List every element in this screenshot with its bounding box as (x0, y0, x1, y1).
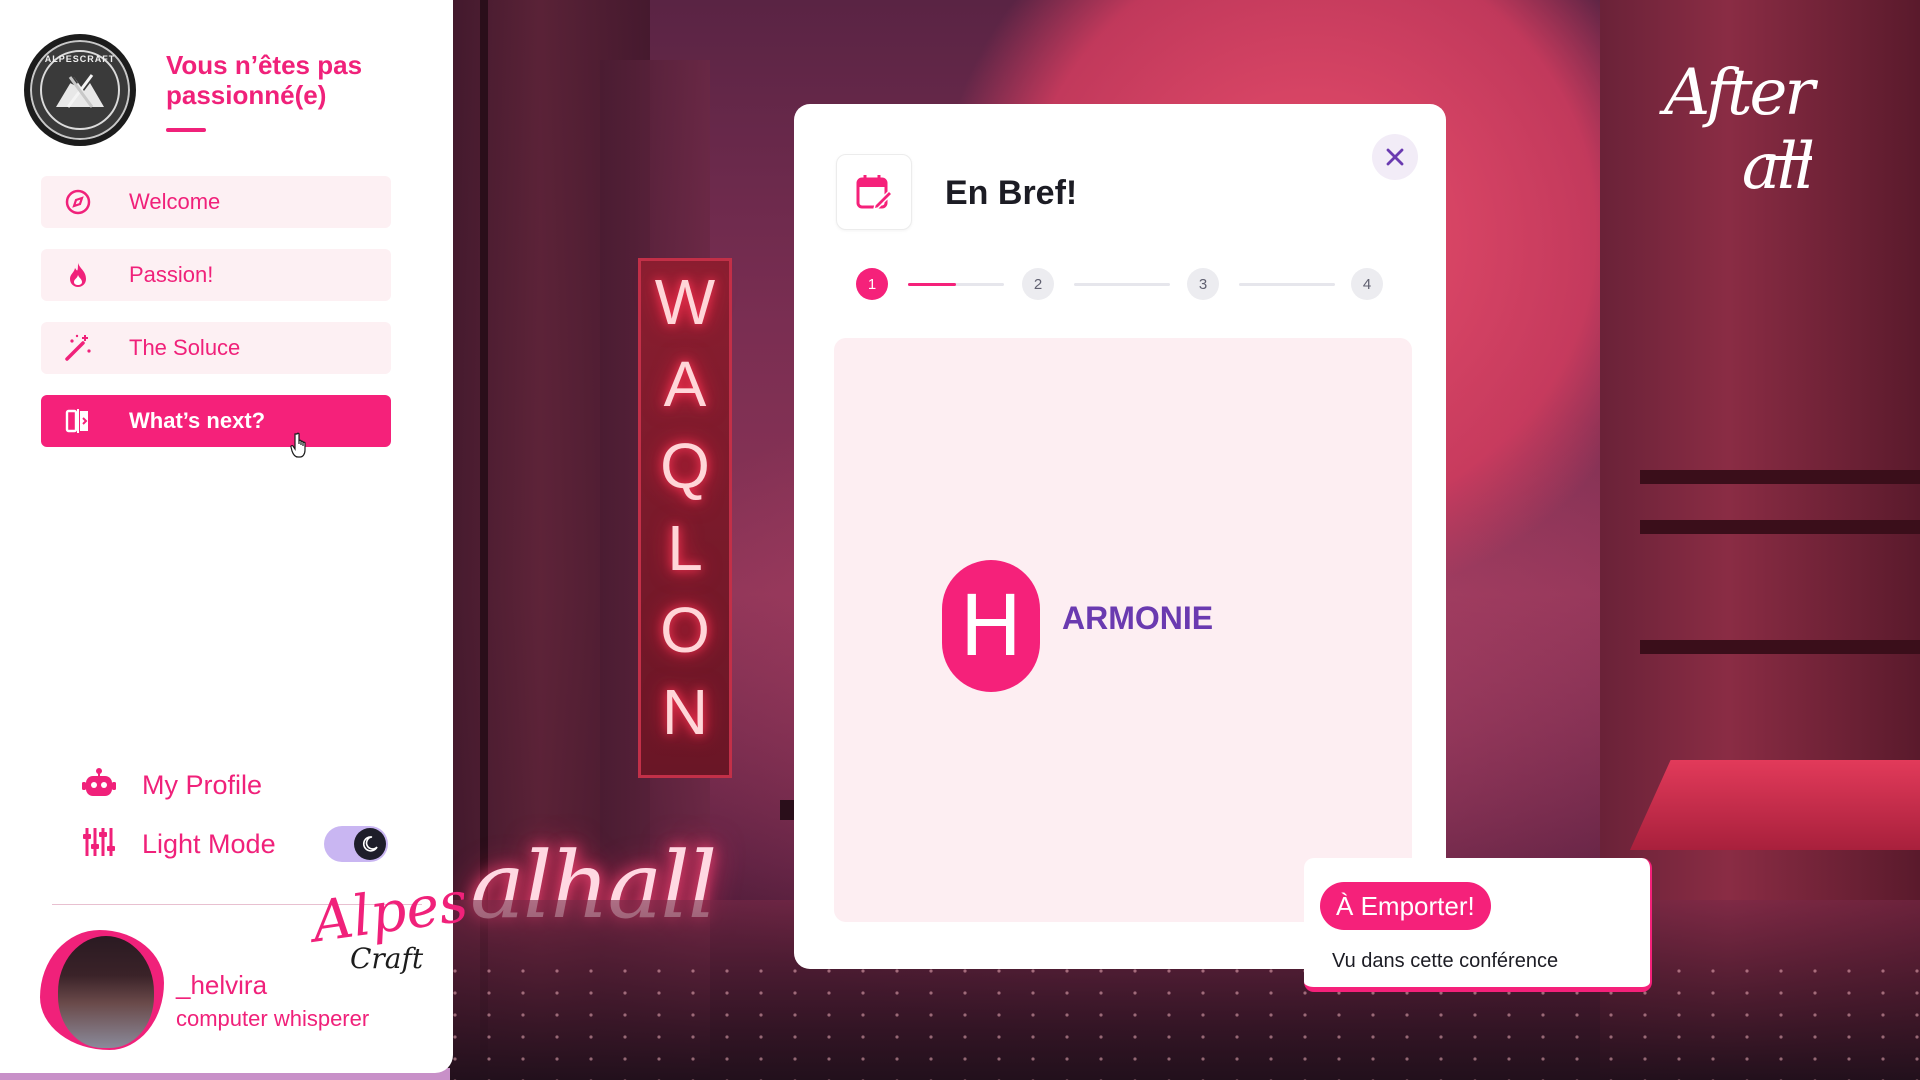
moon-icon (354, 828, 386, 860)
sidebar-item-label: What’s next? (129, 408, 266, 433)
balcony (1640, 640, 1920, 654)
h-badge: H (942, 560, 1040, 692)
light-mode-label: Light Mode (142, 829, 276, 859)
modal-title: En Bref! (945, 174, 1078, 212)
tagline-underline (166, 128, 206, 132)
step-content: H ARMONIE (834, 338, 1412, 922)
step-2[interactable]: 2 (1022, 268, 1054, 300)
step-line-1 (908, 283, 1004, 286)
sidebar-item-label: Welcome (129, 189, 221, 214)
avatar-photo (58, 936, 154, 1048)
sidebar: ALPESCRAFT Vous n’êtes pas passionné(e) … (0, 0, 472, 1073)
overlay-title: After all (1664, 56, 1815, 204)
robot-icon (82, 767, 116, 804)
takeaway-card: À Emporter! Vu dans cette conférence (1304, 858, 1652, 992)
step-4[interactable]: 4 (1351, 268, 1383, 300)
sidebar-item-label: The Soluce (129, 335, 241, 360)
neon-letter: L (667, 512, 703, 584)
compass-icon (63, 187, 93, 217)
step-line-2 (1074, 283, 1170, 286)
light-mode-row: Light Mode (82, 826, 276, 863)
step-1[interactable]: 1 (856, 268, 888, 300)
sidebar-item-the-soluce[interactable]: The Soluce (41, 322, 391, 374)
badge-text: ARMONIE (1062, 600, 1214, 636)
neon-sign: W A Q L O N (638, 258, 732, 778)
flame-icon (63, 260, 93, 290)
light-mode-toggle[interactable] (324, 826, 388, 862)
neon-letter: N (661, 676, 709, 748)
hand-cursor-icon (290, 432, 312, 465)
user-title: computer whisperer (176, 1006, 370, 1031)
overlay-title-underline (1766, 156, 1812, 160)
close-icon (1386, 148, 1404, 166)
sidebar-item-passion[interactable]: Passion! (41, 249, 391, 301)
neon-letter: Q (660, 430, 710, 502)
sidebar-item-welcome[interactable]: Welcome (41, 176, 391, 228)
takeaway-badge: À Emporter! (1320, 882, 1491, 930)
magic-wand-icon (63, 333, 93, 363)
step-progress-fill (908, 283, 956, 286)
my-profile-label: My Profile (142, 770, 263, 800)
awning (1630, 760, 1920, 850)
takeaway-text: Vu dans cette conférence (1332, 950, 1559, 972)
alpescraft-logo[interactable]: ALPESCRAFT (24, 34, 136, 146)
neon-letter: O (660, 594, 710, 666)
sidebar-item-whats-next[interactable]: What’s next? (41, 395, 391, 447)
step-line-3 (1239, 283, 1335, 286)
craft-script-logo: Craft (350, 942, 424, 975)
compare-icon (63, 406, 93, 436)
calendar-edit-icon (836, 154, 912, 230)
close-button[interactable] (1372, 134, 1418, 180)
sidebar-item-label: Passion! (129, 262, 214, 287)
city-lights (370, 960, 1920, 1080)
neon-letter: A (663, 348, 707, 420)
sidebar-tagline: Vous n’êtes pas passionné(e) (166, 50, 363, 110)
logo-text: ALPESCRAFT (44, 54, 116, 64)
balcony (1640, 470, 1920, 484)
avatar[interactable] (40, 930, 164, 1050)
my-profile-link[interactable]: My Profile (82, 767, 262, 804)
username: _helvira (176, 970, 268, 1000)
sliders-icon (82, 826, 116, 863)
balcony (1640, 520, 1920, 534)
step-3[interactable]: 3 (1187, 268, 1219, 300)
en-bref-modal: En Bref! 1 2 3 4 H ARMONIE (794, 104, 1446, 969)
neon-letter: W (654, 266, 716, 338)
